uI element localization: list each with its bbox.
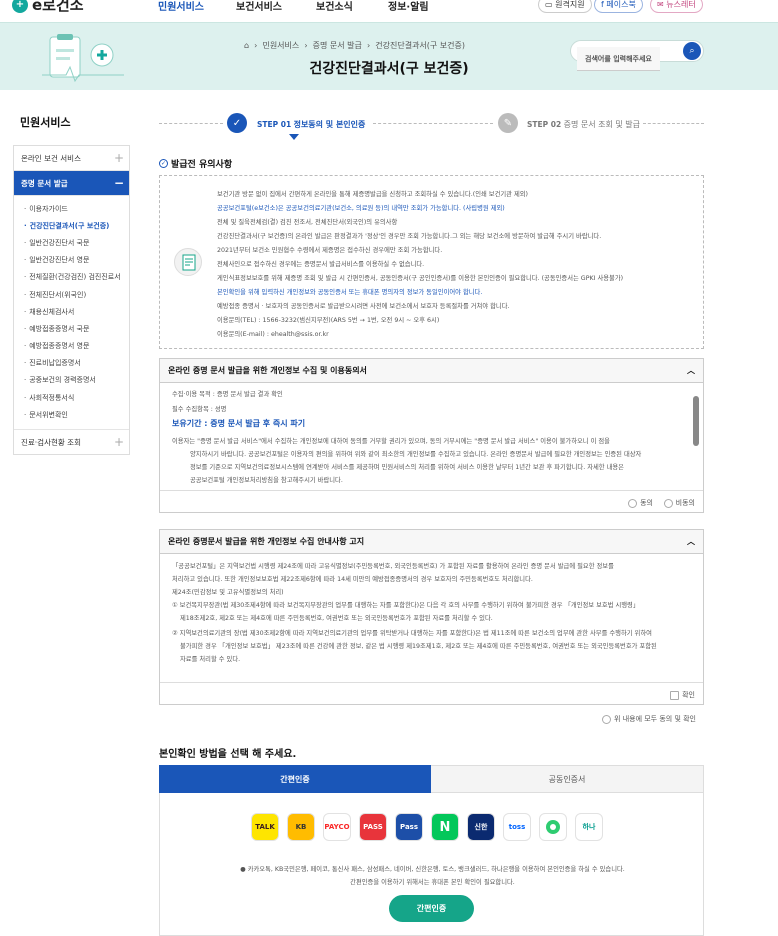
plus-icon: +: [113, 151, 124, 165]
toss-icon[interactable]: toss: [503, 813, 531, 841]
step-1: STEP 01 정보동의 및 본인인증: [257, 120, 366, 129]
shinhan-icon[interactable]: 신한: [467, 813, 495, 841]
chevron-up-icon[interactable]: ︿: [687, 536, 695, 547]
radio-icon: [628, 498, 638, 508]
consent-1-footer: 동의 비동의: [160, 490, 703, 512]
tab-certificate[interactable]: 공동인증서: [431, 765, 704, 793]
check-circle-icon: [602, 714, 612, 724]
home-icon[interactable]: ⌂: [244, 41, 249, 50]
sidebar-submenu: 이용자가이드 건강진단결과서(구 보건증) 일반건강진단서 국문 일반건강진단서…: [14, 196, 129, 429]
search-icon[interactable]: ⌕: [683, 42, 701, 60]
submenu-item-active[interactable]: 건강진단결과서(구 보건증): [14, 217, 129, 234]
disagree-radio[interactable]: 비동의: [663, 498, 695, 508]
sidebar-item-online[interactable]: 온라인 보건 서비스 +: [14, 146, 129, 171]
submenu-item[interactable]: 전체진단서(위국인): [14, 286, 129, 303]
breadcrumb-item[interactable]: 민원서비스: [262, 41, 299, 50]
support-icon: ▭: [545, 0, 556, 9]
submenu-item[interactable]: 진료비납입증명서: [14, 355, 129, 372]
remote-support-button[interactable]: ▭ 원격지원: [538, 0, 592, 13]
notice-box: 보건기관 방문 없이 집에서 간편하게 온라인을 통해 제증명발급을 신청하고 …: [159, 175, 704, 349]
naver-icon[interactable]: N: [431, 813, 459, 841]
sidebar-title: 민원서비스: [20, 116, 71, 129]
step-check-icon: ✓: [227, 113, 247, 133]
submenu-item[interactable]: 일반건강진단서 국문: [14, 234, 129, 251]
samsung-pass-icon[interactable]: Pass: [395, 813, 423, 841]
plus-icon: +: [113, 435, 124, 450]
top-bar: + e로건소 민원서비스 보건서비스 보건소식 정보·알림 ▭ 원격지원 f 페이…: [0, 0, 778, 20]
submenu-item[interactable]: 이용자가이드: [14, 200, 129, 217]
step-line: [373, 123, 493, 124]
nav-item-news[interactable]: 보건소식: [316, 0, 353, 13]
auth-heading: 본인확인 방법을 선택 해 주세요.: [159, 749, 297, 760]
step-line: [643, 123, 704, 124]
auth-note: ● 카카오톡, KB국민은행, 페이코, 통신사 패스, 삼성패스, 네이버, …: [240, 866, 625, 873]
banksalad-icon[interactable]: [539, 813, 567, 841]
facebook-button[interactable]: f 페이스북: [594, 0, 643, 13]
payco-icon[interactable]: PAYCO: [323, 813, 351, 841]
pass-icon[interactable]: PASS: [359, 813, 387, 841]
submenu-item[interactable]: 채용신체검사서: [14, 303, 129, 320]
consent-2-footer: 확인: [160, 682, 703, 704]
sidebar-item-exam[interactable]: 진료·검사현황 조회 +: [14, 429, 129, 454]
checkbox-icon: [670, 690, 680, 700]
scrollbar[interactable]: [693, 396, 699, 446]
agree-all-checkbox[interactable]: 위 내용에 모두 동의 및 확인: [602, 714, 696, 724]
tab-simple-auth[interactable]: 간편인증: [159, 765, 431, 793]
submenu-item[interactable]: 전체질환(건강검진) 검진진료서: [14, 269, 129, 286]
sidebar: 온라인 보건 서비스+ 증명 문서 발급− 이용자가이드 건강진단결과서(구 보…: [13, 145, 130, 456]
kakaotalk-icon[interactable]: TALK: [251, 813, 279, 841]
auth-panel: TALK KB PAYCO PASS Pass N 신한 toss 하나 ● 카…: [159, 793, 704, 936]
submenu-item[interactable]: 일반건강진단서 영문: [14, 252, 129, 269]
minus-icon: −: [113, 176, 124, 190]
step-line: [159, 123, 223, 124]
hana-bank-icon[interactable]: 하나: [575, 813, 603, 841]
agree-radio[interactable]: 동의: [628, 498, 653, 508]
auth-provider-list: TALK KB PAYCO PASS Pass N 신한 toss 하나: [251, 813, 603, 841]
consent-2-header[interactable]: 온라인 증명문서 발급을 위한 개인정보 수집 안내사항 고지 ︿: [160, 530, 703, 554]
auth-note-2: 간편인증을 이용하기 위해서는 휴대폰 본인 확인이 필요합니다.: [350, 879, 515, 886]
document-icon: [174, 248, 202, 276]
consent-1-header[interactable]: 온라인 증명 문서 발급을 위한 개인정보 수집 및 이용동의서 ︿: [160, 359, 703, 383]
nav-item-civil[interactable]: 민원서비스: [158, 0, 204, 13]
confirm-checkbox[interactable]: 확인: [670, 690, 695, 700]
auth-tabs: 간편인증 공동인증서: [159, 765, 704, 793]
site-logo[interactable]: + e로건소: [12, 0, 84, 15]
step-arrow-icon: [289, 134, 299, 140]
submenu-item[interactable]: 공중보건의 경력증명서: [14, 372, 129, 389]
submenu-item[interactable]: 문서위변확인: [14, 406, 129, 423]
nav-item-info[interactable]: 정보·알림: [388, 0, 429, 13]
submenu-item[interactable]: 예방접종증명서 영문: [14, 338, 129, 355]
step-indicator: ✓ STEP 01 정보동의 및 본인인증 ✎ STEP 02 증명 문서 조회…: [159, 110, 704, 140]
submenu-item[interactable]: 사회적정통서식: [14, 389, 129, 406]
radio-icon: [663, 498, 673, 508]
step-2: STEP 02 증명 문서 조회 및 발급: [527, 120, 640, 129]
consent-panel-2: 온라인 증명문서 발급을 위한 개인정보 수집 안내사항 고지 ︿ 「공공보건포털…: [159, 529, 704, 705]
submenu-item[interactable]: 예방접종증명서 국문: [14, 320, 129, 337]
nav-item-health[interactable]: 보건서비스: [236, 0, 282, 13]
consent-panel-1: 온라인 증명 문서 발급을 위한 개인정보 수집 및 이용동의서 ︿ 수집·이용 …: [159, 358, 704, 513]
page-hero: ⌂ › 민원서비스 › 증명 문서 발급 › 건강진단결과서(구 보건증) 건강…: [0, 22, 778, 90]
simple-auth-button[interactable]: 간편인증: [389, 895, 474, 922]
breadcrumb: ⌂ › 민원서비스 › 증명 문서 발급 › 건강진단결과서(구 보건증): [244, 41, 466, 50]
step-edit-icon: ✎: [498, 113, 518, 133]
notice-heading: ✓ 발급전 유의사항: [159, 159, 233, 170]
mail-icon: ✉: [657, 0, 667, 9]
search-input[interactable]: 검색어를 입력해주세요 ⌕: [570, 40, 704, 71]
kb-bank-icon[interactable]: KB: [287, 813, 315, 841]
newsletter-button[interactable]: ✉ 뉴스레터: [650, 0, 703, 13]
breadcrumb-item[interactable]: 증명 문서 발급: [313, 41, 362, 50]
check-circle-icon: ✓: [159, 159, 168, 168]
sidebar-item-certificate[interactable]: 증명 문서 발급 −: [14, 171, 129, 196]
info-icon: ●: [240, 866, 248, 873]
breadcrumb-item: 건강진단결과서(구 보건증): [375, 41, 466, 50]
logo-icon: +: [12, 0, 28, 13]
chevron-up-icon[interactable]: ︿: [687, 365, 695, 376]
